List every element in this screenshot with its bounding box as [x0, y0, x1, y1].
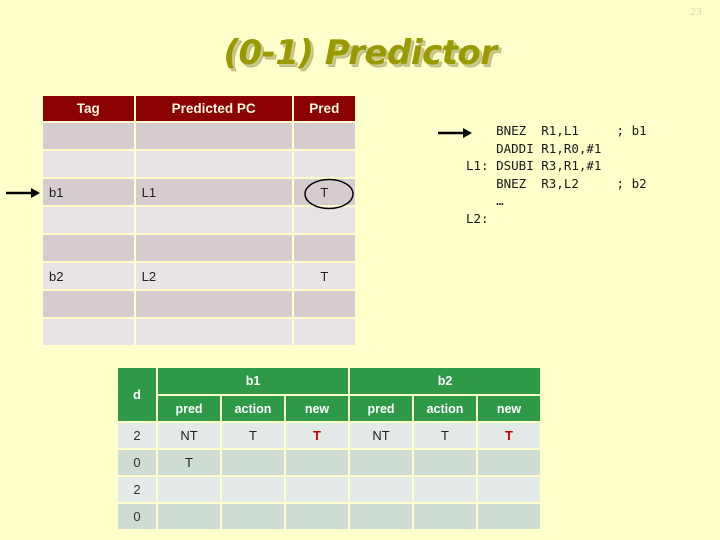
btb-cell-pc: [135, 207, 294, 235]
btb-cell-pc: [135, 291, 294, 319]
trace-sub-header-row: pred action new pred action new: [118, 396, 542, 423]
btb-cell-pred: [293, 235, 357, 263]
btb-header-tag: Tag: [43, 96, 136, 123]
trace-cell-b2-action: [414, 450, 478, 477]
btb-cell-pc: [135, 319, 294, 347]
trace-header-b1-action: action: [222, 396, 286, 423]
btb-cell-pc: L1: [135, 179, 294, 207]
trace-cell-d: 0: [118, 450, 158, 477]
trace-cell-b1-new: [286, 450, 350, 477]
trace-cell-b1-action: T: [222, 423, 286, 450]
trace-cell-b2-action: T: [414, 423, 478, 450]
btb-header-row: Tag Predicted PC Pred: [43, 96, 357, 123]
trace-cell-b1-new: [286, 504, 350, 531]
table-row: 2: [118, 477, 542, 504]
trace-group-header-b1: b1: [158, 368, 350, 396]
trace-cell-b2-pred: [350, 477, 414, 504]
btb-cell-pred: [293, 291, 357, 319]
trace-cell-b2-new: T: [478, 423, 542, 450]
btb-cell-pc: L2: [135, 263, 294, 291]
trace-group-header-row: d b1 b2: [118, 368, 542, 423]
btb-cell-pred: [293, 207, 357, 235]
btb-cell-tag: [43, 123, 136, 151]
btb-cell-tag: [43, 235, 136, 263]
trace-cell-b2-new: [478, 477, 542, 504]
trace-header-b1-pred: pred: [158, 396, 222, 423]
trace-cell-b2-new: [478, 450, 542, 477]
btb-cell-tag: [43, 319, 136, 347]
table-row: [43, 291, 357, 319]
trace-cell-b1-pred: NT: [158, 423, 222, 450]
table-row: [43, 319, 357, 347]
trace-cell-d: 0: [118, 504, 158, 531]
btb-cell-pred: T: [293, 179, 357, 207]
btb-cell-pc: [135, 235, 294, 263]
trace-cell-b1-new: [286, 477, 350, 504]
trace-cell-b2-action: [414, 504, 478, 531]
btb-cell-pred: T: [293, 263, 357, 291]
btb-cell-tag: b1: [43, 179, 136, 207]
trace-header-b1-new: new: [286, 396, 350, 423]
trace-cell-d: 2: [118, 423, 158, 450]
table-row-b2: b2 L2 T: [43, 263, 357, 291]
table-row: 2 NT T T NT T T: [118, 423, 542, 450]
trace-cell-b1-pred: [158, 477, 222, 504]
trace-cell-b1-action: [222, 477, 286, 504]
btb-cell-tag: b2: [43, 263, 136, 291]
btb-cell-pc: [135, 123, 294, 151]
trace-group-header-b2: b2: [350, 368, 542, 396]
btb-header-predicted-pc: Predicted PC: [135, 96, 294, 123]
page-number: 23: [690, 6, 702, 18]
trace-header-b2-action: action: [414, 396, 478, 423]
prediction-trace-table: d b1 b2 pred action new pred action new …: [118, 368, 542, 531]
btb-cell-tag: [43, 291, 136, 319]
table-row: [43, 235, 357, 263]
trace-cell-b1-pred: [158, 504, 222, 531]
trace-header-b2-new: new: [478, 396, 542, 423]
trace-cell-b2-pred: [350, 504, 414, 531]
table-row: 0 T: [118, 450, 542, 477]
table-row: 0: [118, 504, 542, 531]
trace-header-d: d: [118, 368, 158, 423]
btb-cell-pred: [293, 319, 357, 347]
btb-cell-pred: [293, 123, 357, 151]
btb-cell-pred: [293, 151, 357, 179]
slide-canvas: 23 (0-1) Predictor Tag Predicted PC Pred: [0, 0, 720, 540]
table-row-b1: b1 L1 T: [43, 179, 357, 207]
trace-cell-b1-action: [222, 504, 286, 531]
right-arrow-icon: [6, 188, 40, 198]
table-row: [43, 151, 357, 179]
trace-cell-d: 2: [118, 477, 158, 504]
assembly-code-listing: BNEZ R1,L1 ; b1 DADDI R1,R0,#1 L1: DSUBI…: [466, 123, 647, 226]
table-row: [43, 123, 357, 151]
btb-cell-pc: [135, 151, 294, 179]
trace-cell-b1-new: T: [286, 423, 350, 450]
btb-cell-tag: [43, 151, 136, 179]
btb-table: Tag Predicted PC Pred b1 L1 T b2 L2 T: [43, 96, 357, 347]
trace-cell-b2-new: [478, 504, 542, 531]
trace-cell-b1-action: [222, 450, 286, 477]
trace-cell-b1-pred: T: [158, 450, 222, 477]
page-title: (0-1) Predictor: [223, 33, 497, 73]
btb-cell-tag: [43, 207, 136, 235]
btb-header-pred: Pred: [293, 96, 357, 123]
trace-cell-b2-pred: [350, 450, 414, 477]
trace-cell-b2-action: [414, 477, 478, 504]
trace-header-b2-pred: pred: [350, 396, 414, 423]
table-row: [43, 207, 357, 235]
trace-cell-b2-pred: NT: [350, 423, 414, 450]
